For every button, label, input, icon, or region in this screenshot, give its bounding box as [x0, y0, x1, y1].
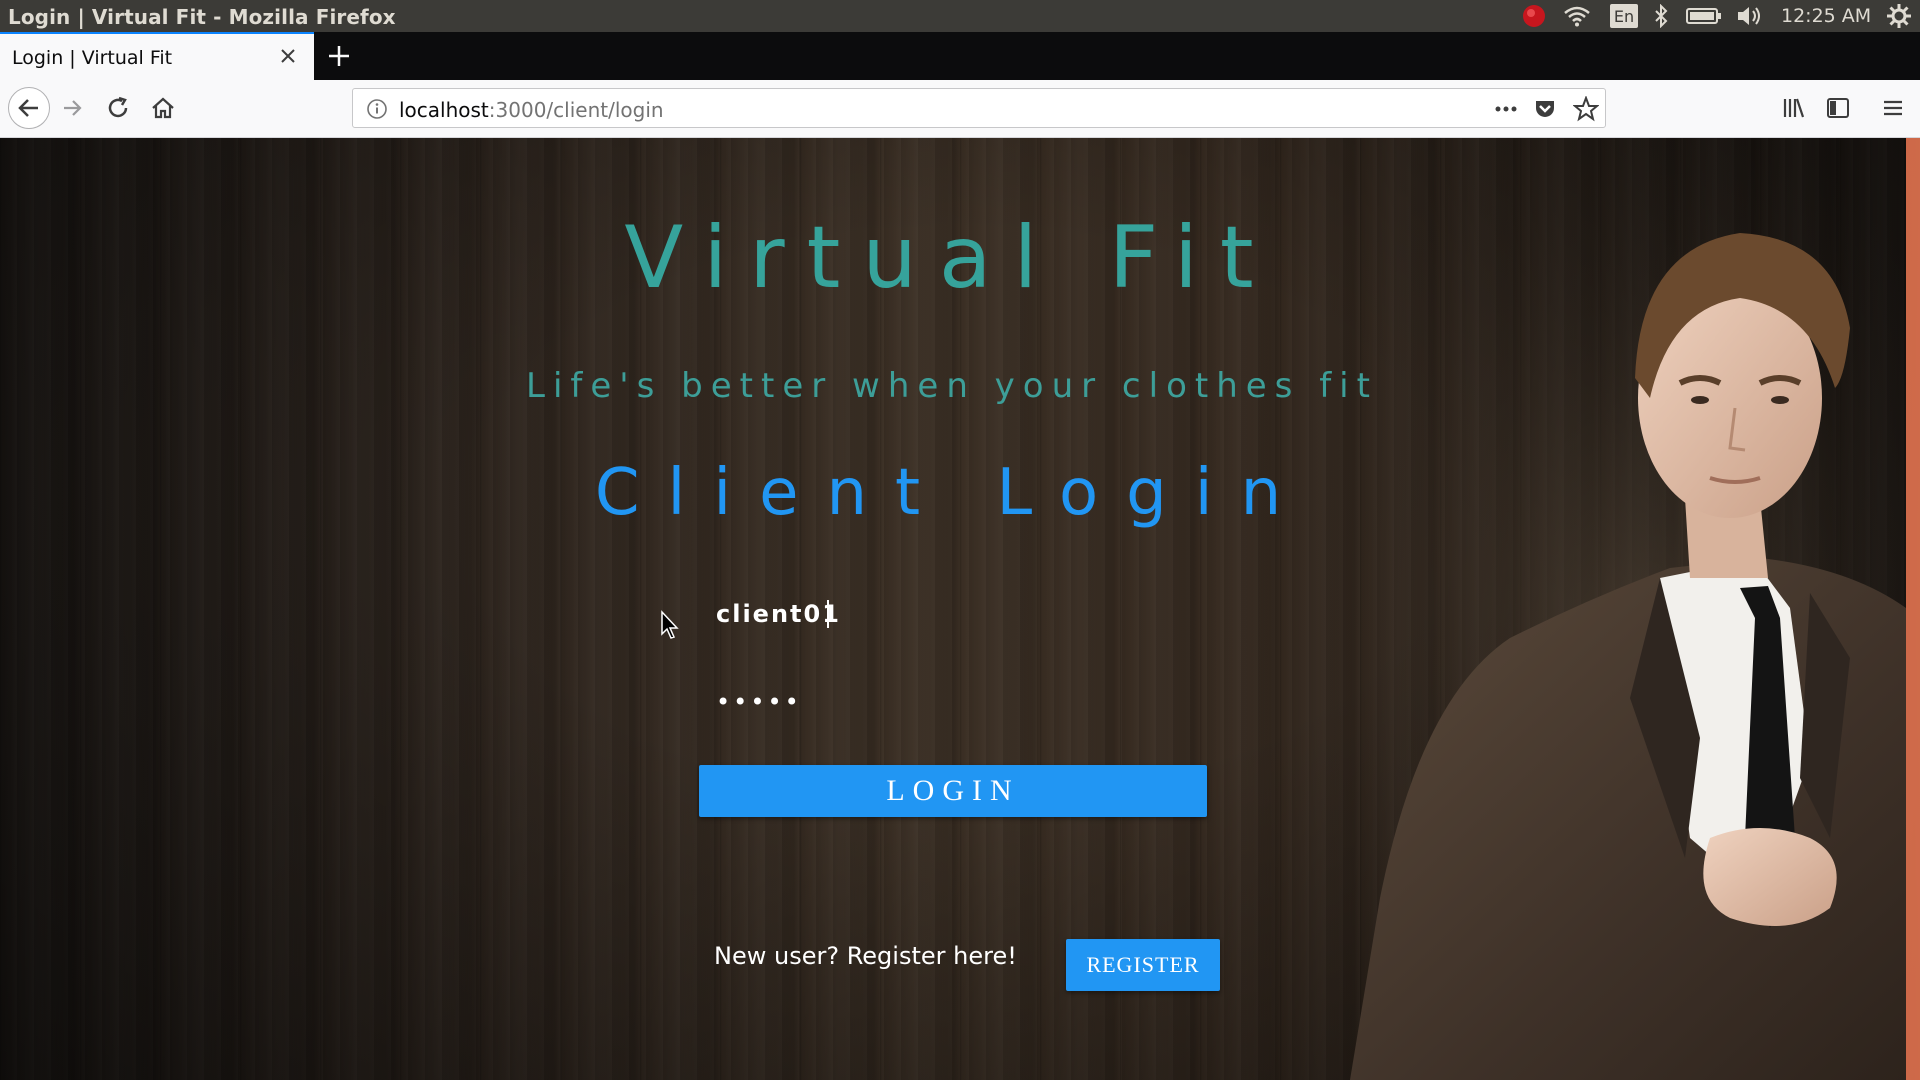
tab-strip: Login | Virtual Fit: [0, 32, 1920, 80]
reload-button[interactable]: [101, 91, 135, 125]
library-icon: [1783, 98, 1805, 118]
record-indicator-icon[interactable]: [1520, 4, 1548, 28]
username-field[interactable]: [700, 588, 1206, 640]
register-prompt: New user? Register here!: [714, 942, 1017, 970]
hamburger-menu-icon: [1884, 100, 1902, 116]
register-button[interactable]: REGISTER: [1066, 939, 1220, 991]
library-button[interactable]: [1777, 91, 1811, 125]
volume-icon[interactable]: [1734, 4, 1766, 28]
menu-button[interactable]: [1876, 91, 1910, 125]
mouse-cursor-icon: [661, 610, 679, 639]
keyboard-layout-label: En: [1613, 6, 1635, 26]
os-top-bar: Login | Virtual Fit - Mozilla Firefox En…: [0, 0, 1920, 32]
tab-title: Login | Virtual Fit: [12, 47, 173, 69]
home-icon: [152, 97, 174, 119]
system-settings-icon[interactable]: [1884, 4, 1914, 28]
tab-login[interactable]: Login | Virtual Fit: [0, 32, 314, 80]
page-right-edge: [1906, 138, 1920, 1080]
site-info-icon[interactable]: [366, 98, 388, 125]
home-button[interactable]: [146, 91, 180, 125]
reload-icon: [108, 96, 128, 118]
page-content: Virtual Fit Life's better when your clot…: [0, 138, 1920, 1080]
url-bar[interactable]: localhost:3000/client/login: [352, 88, 1606, 128]
bookmark-star-icon[interactable]: [1572, 95, 1600, 127]
login-button[interactable]: LOGIN: [699, 765, 1207, 817]
wifi-icon[interactable]: [1562, 4, 1592, 28]
keyboard-layout-indicator[interactable]: En: [1610, 4, 1638, 28]
pocket-icon[interactable]: [1533, 97, 1557, 126]
text-caret: [827, 600, 829, 628]
bluetooth-icon[interactable]: [1650, 4, 1672, 28]
url-path: :3000/client/login: [488, 98, 664, 122]
back-arrow-icon: [18, 99, 38, 117]
navigation-toolbar: localhost:3000/client/login: [0, 80, 1920, 138]
back-button[interactable]: [8, 87, 50, 129]
forward-button[interactable]: [56, 91, 90, 125]
close-tab-icon[interactable]: [276, 44, 300, 68]
url-text[interactable]: localhost:3000/client/login: [399, 98, 664, 122]
sidebar-icon: [1827, 98, 1849, 118]
forward-arrow-icon: [64, 100, 82, 116]
window-title: Login | Virtual Fit - Mozilla Firefox: [8, 5, 396, 29]
tagline: Life's better when your clothes fit: [526, 366, 1378, 406]
login-heading: Client Login: [594, 456, 1310, 530]
clock[interactable]: 12:25 AM: [1781, 5, 1871, 27]
new-tab-icon[interactable]: [325, 42, 353, 70]
battery-icon[interactable]: [1686, 4, 1722, 28]
sidebar-toggle-button[interactable]: [1821, 91, 1855, 125]
password-field[interactable]: [700, 676, 1206, 728]
brand-title: Virtual Fit: [624, 208, 1276, 308]
url-host: localhost: [399, 98, 489, 122]
page-actions-icon[interactable]: [1493, 98, 1519, 125]
